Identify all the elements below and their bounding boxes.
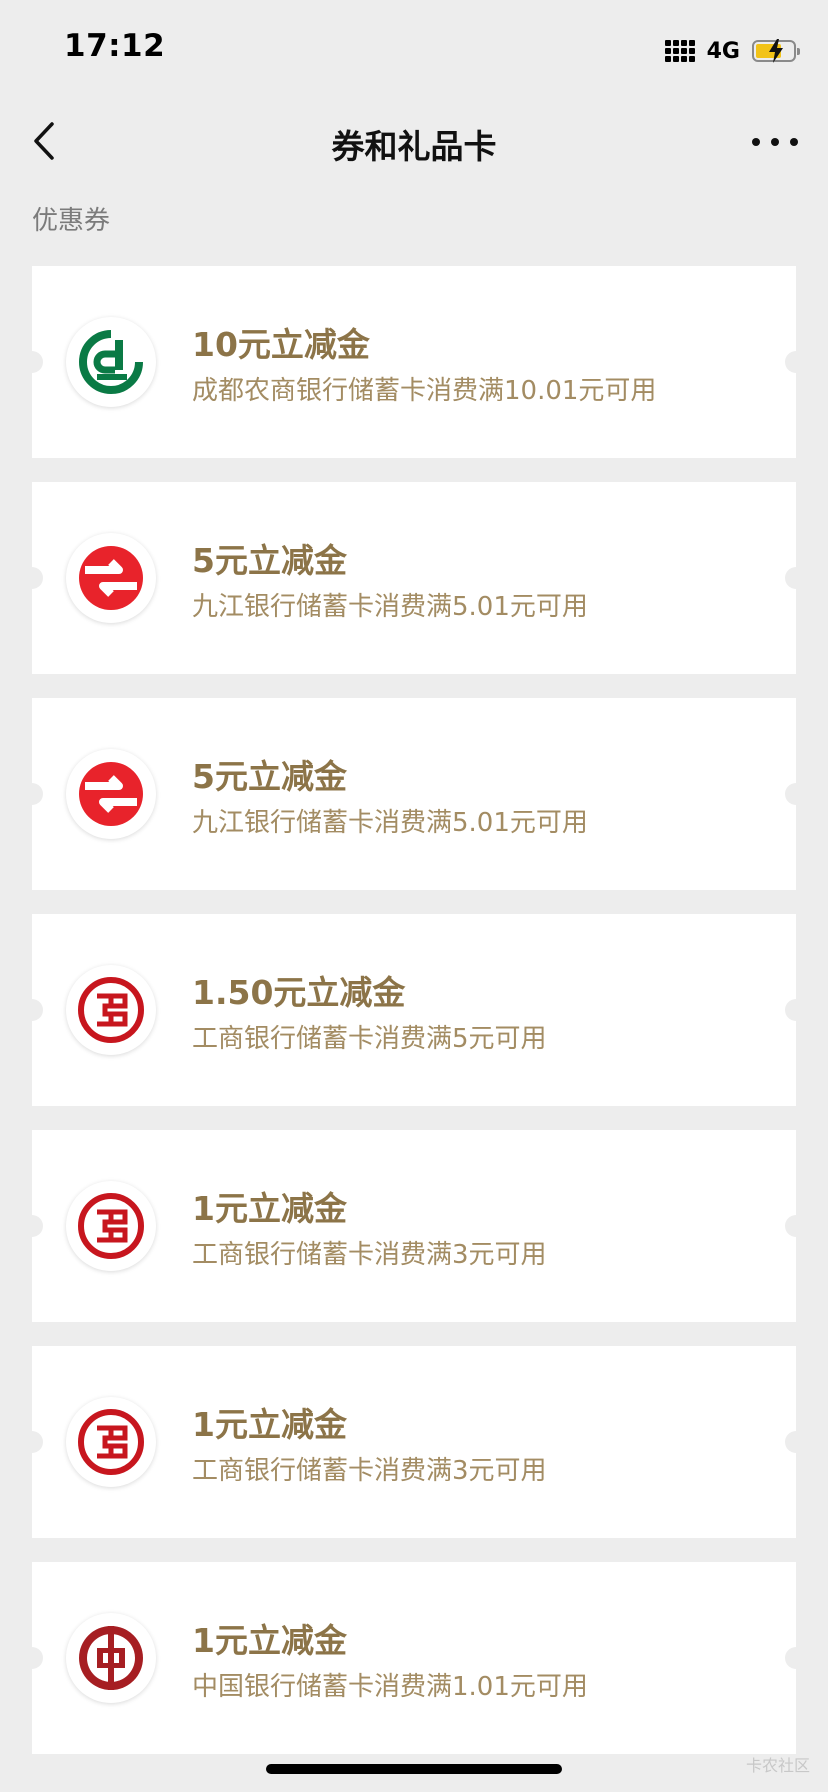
network-label: 4G — [706, 38, 740, 64]
chengdu-rural-bank-logo-icon — [66, 317, 156, 407]
coupon-desc: 工商银行储蓄卡消费满5元可用 — [192, 1024, 547, 1054]
page-title: 券和礼品卡 — [331, 127, 497, 166]
coupon-title: 1元立减金 — [192, 1405, 347, 1444]
more-dots-icon — [752, 138, 760, 146]
more-button[interactable] — [752, 122, 798, 162]
icbc-logo-icon — [66, 1181, 156, 1271]
coupon-card[interactable]: 1元立减金 中国银行储蓄卡消费满1.01元可用 — [21, 1562, 807, 1754]
coupon-title: 1元立减金 — [192, 1621, 347, 1660]
coupon-desc: 九江银行储蓄卡消费满5.01元可用 — [192, 592, 588, 622]
coupon-title: 5元立减金 — [192, 757, 347, 796]
icbc-logo-icon — [66, 965, 156, 1055]
jiujiang-bank-logo-icon — [66, 533, 156, 623]
coupon-card[interactable]: 5元立减金 九江银行储蓄卡消费满5.01元可用 — [21, 698, 807, 890]
signal-icon — [664, 40, 695, 62]
home-indicator[interactable] — [266, 1764, 562, 1774]
coupon-card[interactable]: 1元立减金 工商银行储蓄卡消费满3元可用 — [21, 1346, 807, 1538]
nav-bar: 券和礼品卡 — [0, 100, 828, 182]
coupon-card[interactable]: 10元立减金 成都农商银行储蓄卡消费满10.01元可用 — [21, 266, 807, 458]
coupon-title: 5元立减金 — [192, 541, 347, 580]
section-label: 优惠券 — [32, 206, 111, 236]
coupon-title: 1.50元立减金 — [192, 973, 406, 1012]
coupon-card[interactable]: 1.50元立减金 工商银行储蓄卡消费满5元可用 — [21, 914, 807, 1106]
status-time: 17:12 — [64, 28, 166, 64]
coupon-desc: 九江银行储蓄卡消费满5.01元可用 — [192, 808, 588, 838]
coupon-card[interactable]: 5元立减金 九江银行储蓄卡消费满5.01元可用 — [21, 482, 807, 674]
watermark: 卡农社区 — [745, 1756, 810, 1775]
coupon-desc: 工商银行储蓄卡消费满3元可用 — [192, 1456, 547, 1486]
jiujiang-bank-logo-icon — [66, 749, 156, 839]
coupon-title: 1元立减金 — [192, 1189, 347, 1228]
coupon-desc: 中国银行储蓄卡消费满1.01元可用 — [192, 1672, 588, 1702]
coupon-desc: 工商银行储蓄卡消费满3元可用 — [192, 1240, 547, 1270]
status-indicators: 4G — [664, 36, 800, 66]
coupon-list: 10元立减金 成都农商银行储蓄卡消费满10.01元可用 5元立减金 九江银行储蓄… — [21, 266, 807, 1778]
coupon-title: 10元立减金 — [192, 325, 370, 364]
coupon-card[interactable]: 1元立减金 工商银行储蓄卡消费满3元可用 — [21, 1130, 807, 1322]
battery-icon — [752, 39, 800, 63]
coupon-desc: 成都农商银行储蓄卡消费满10.01元可用 — [192, 376, 657, 406]
icbc-logo-icon — [66, 1397, 156, 1487]
status-bar: 17:12 4G — [0, 0, 828, 100]
charging-bolt-icon — [769, 39, 783, 63]
boc-logo-icon — [66, 1613, 156, 1703]
